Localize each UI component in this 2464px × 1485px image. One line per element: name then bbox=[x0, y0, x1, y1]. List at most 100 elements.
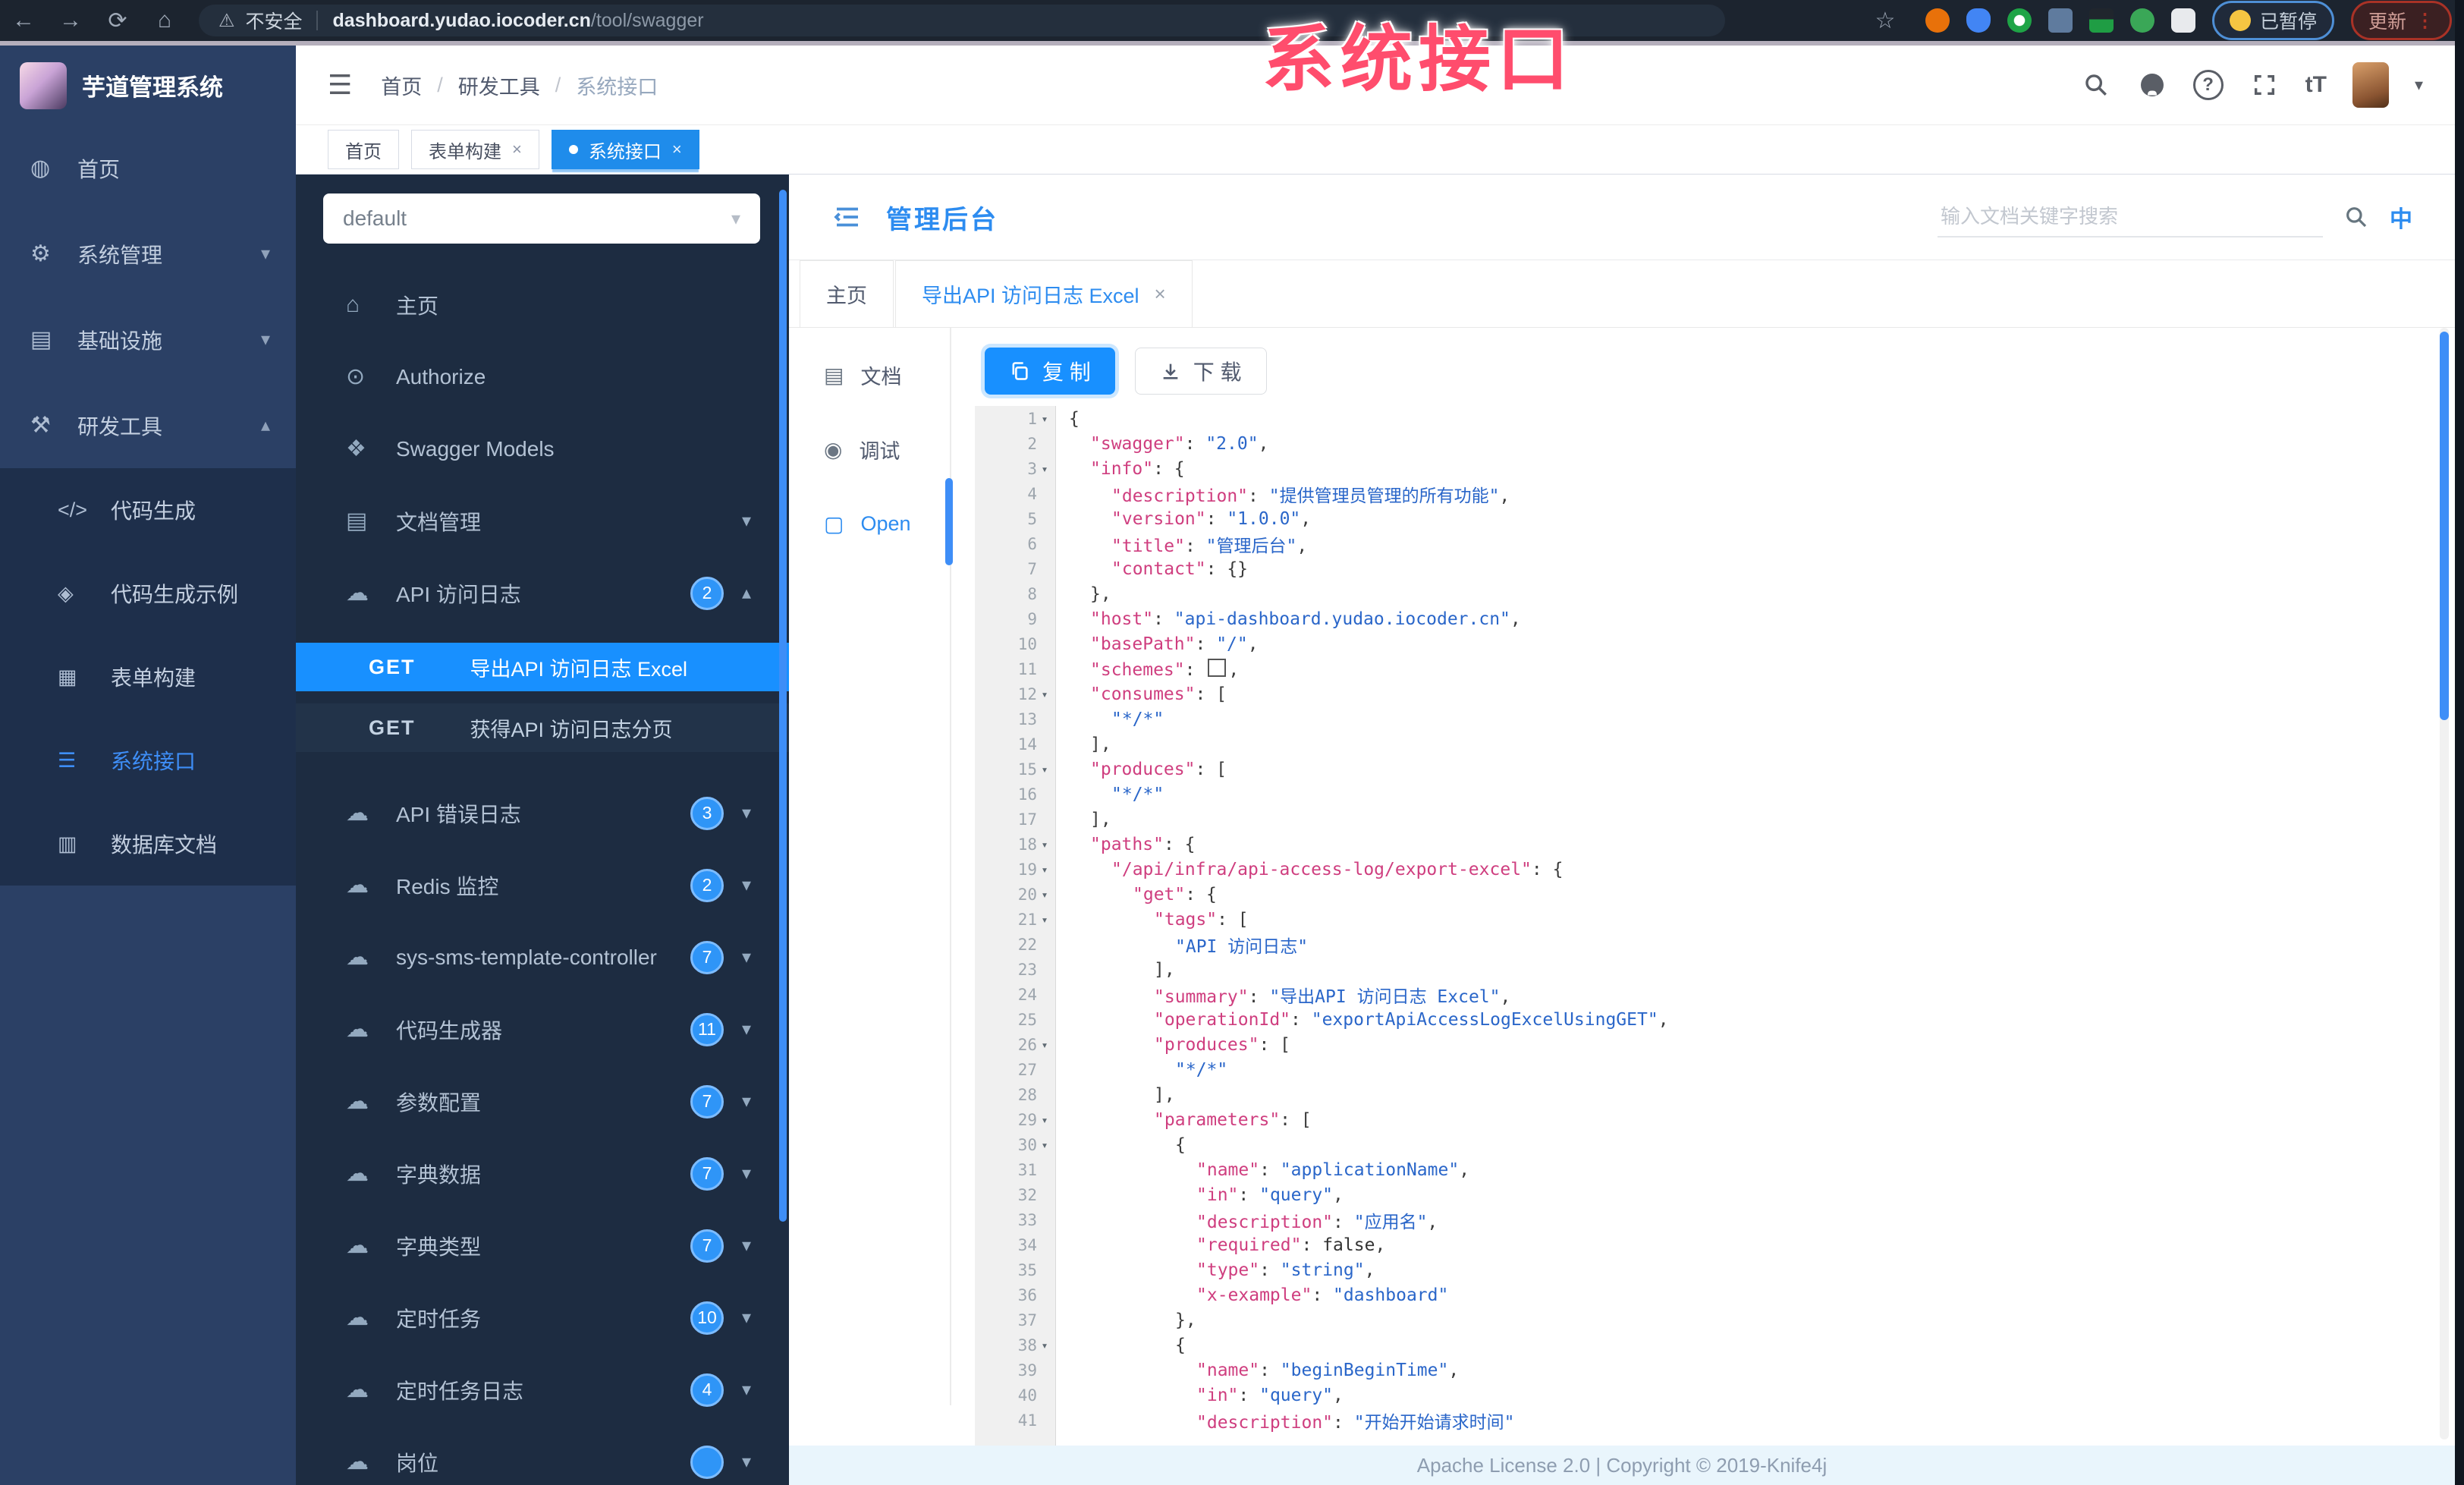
sidebar-subitem[interactable]: ☰ 系统接口 bbox=[0, 719, 296, 802]
tag-item[interactable]: 表单构建 × bbox=[411, 130, 539, 169]
fold-toggle-icon[interactable]: ▾ bbox=[1037, 1038, 1052, 1052]
doc-search-input[interactable] bbox=[1938, 197, 2323, 238]
sidebar-subitem[interactable]: ◈ 代码生成示例 bbox=[0, 552, 296, 635]
side-tab-open[interactable]: ▢ Open bbox=[789, 486, 950, 561]
font-size-icon[interactable]: tT bbox=[2305, 72, 2327, 98]
line-number-value: 18 bbox=[1017, 835, 1037, 854]
extension-icon-blue-drop[interactable] bbox=[1966, 8, 1991, 33]
search-icon[interactable] bbox=[2081, 70, 2111, 100]
fold-toggle-icon[interactable]: ▾ bbox=[1037, 913, 1052, 927]
count-badge: 7 bbox=[690, 1084, 724, 1118]
fold-toggle-icon[interactable]: ▾ bbox=[1037, 462, 1052, 476]
swagger-nav-item[interactable]: ☁ API 错误日志 3 ▾ bbox=[296, 777, 789, 849]
browser-reload-icon[interactable]: ⟳ bbox=[94, 8, 141, 34]
paused-pill[interactable]: 已暂停 bbox=[2211, 1, 2334, 40]
swagger-nav-item[interactable]: ⌂ 主页 bbox=[296, 269, 789, 341]
swagger-operation[interactable]: GET 获得API 访问日志分页 bbox=[296, 703, 789, 752]
sidebar-subitem[interactable]: ▦ 表单构建 bbox=[0, 635, 296, 719]
swagger-nav-item[interactable]: ☁ 字典类型 7 ▾ bbox=[296, 1210, 789, 1282]
swagger-nav-item[interactable]: ❖ Swagger Models bbox=[296, 413, 789, 485]
swagger-nav-item[interactable]: ☁ Redis 监控 2 ▾ bbox=[296, 849, 789, 921]
code-content: "in": "query", bbox=[1055, 1185, 1344, 1205]
fullscreen-icon[interactable] bbox=[2249, 70, 2280, 100]
swagger-nav-label: 岗位 bbox=[396, 1451, 439, 1475]
extension-icon-green-ring[interactable] bbox=[2007, 8, 2032, 33]
swagger-nav-item[interactable]: ☁ 定时任务日志 4 ▾ bbox=[296, 1354, 789, 1426]
tag-close-icon[interactable]: × bbox=[672, 140, 682, 159]
side-tab-label: Open bbox=[860, 511, 911, 535]
swagger-nav-item[interactable]: ⊙ Authorize bbox=[296, 341, 789, 413]
doc-tab[interactable]: 导出API 访问日志 Excel × bbox=[895, 260, 1193, 327]
code-content: { bbox=[1055, 409, 1080, 429]
collapse-icon[interactable] bbox=[831, 201, 863, 233]
hamburger-icon[interactable]: ☰ bbox=[328, 69, 352, 101]
swagger-operation[interactable]: GET 导出API 访问日志 Excel bbox=[296, 643, 789, 691]
json-string: "管理后台" bbox=[1205, 536, 1297, 556]
swagger-nav-item[interactable]: ☁ 参数配置 7 ▾ bbox=[296, 1065, 789, 1137]
swagger-nav-item[interactable]: ☁ 定时任务 10 ▾ bbox=[296, 1282, 789, 1354]
swagger-nav-scrollbar[interactable] bbox=[779, 190, 787, 1222]
github-icon[interactable] bbox=[2137, 70, 2167, 100]
json-punctuation: { bbox=[1069, 408, 1080, 429]
browser-back-icon[interactable]: ← bbox=[0, 8, 47, 33]
tag-item[interactable]: 首页 bbox=[328, 130, 399, 169]
fold-toggle-icon[interactable]: ▾ bbox=[1037, 1339, 1052, 1352]
side-tab-调试[interactable]: ◉ 调试 bbox=[789, 412, 950, 486]
extension-icon-orange[interactable] bbox=[1925, 8, 1950, 33]
swagger-nav-item[interactable]: ▤ 文档管理 ▾ bbox=[296, 485, 789, 557]
side-tab-文档[interactable]: ▤ 文档 bbox=[789, 338, 950, 412]
sidebar-item[interactable]: ▤ 基础设施 ▾ bbox=[0, 297, 296, 382]
models-icon: ❖ bbox=[346, 436, 366, 461]
copy-button[interactable]: 复 制 bbox=[985, 348, 1115, 395]
sidebar-subitem[interactable]: ▥ 数据库文档 bbox=[0, 802, 296, 886]
doc-tab-close-icon[interactable]: × bbox=[1155, 282, 1166, 306]
bookmark-star-icon[interactable]: ☆ bbox=[1862, 8, 1909, 34]
fold-toggle-icon[interactable]: ▾ bbox=[1037, 888, 1052, 901]
code-content: "contact": {} bbox=[1055, 559, 1248, 579]
browser-home-icon[interactable]: ⌂ bbox=[141, 8, 188, 33]
fold-toggle-icon[interactable]: ▾ bbox=[1037, 687, 1052, 701]
breadcrumb-item[interactable]: 研发工具 bbox=[458, 71, 540, 100]
tag-close-icon[interactable]: × bbox=[512, 140, 522, 159]
language-toggle-icon[interactable]: 中 bbox=[2390, 200, 2412, 234]
sidebar-item[interactable]: ⚒ 研发工具 ▴ bbox=[0, 382, 296, 468]
extension-icon-6h[interactable] bbox=[2088, 8, 2114, 33]
swagger-nav-item[interactable]: ☁ 岗位 ▾ bbox=[296, 1426, 789, 1485]
fold-toggle-icon[interactable]: ▾ bbox=[1037, 763, 1052, 776]
code-scrollbar-thumb[interactable] bbox=[2440, 332, 2449, 720]
sidebar-item[interactable]: ◍ 首页 bbox=[0, 125, 296, 211]
swagger-nav-item[interactable]: ☁ 代码生成器 11 ▾ bbox=[296, 993, 789, 1065]
swagger-nav-item[interactable]: ☁ 字典数据 7 ▾ bbox=[296, 1137, 789, 1210]
json-key: "in" bbox=[1196, 1185, 1239, 1205]
doc-tab[interactable]: 主页 bbox=[800, 260, 894, 327]
avatar-caret-icon[interactable]: ▾ bbox=[2415, 75, 2423, 95]
help-icon[interactable]: ? bbox=[2192, 70, 2224, 100]
fold-toggle-icon[interactable]: ▾ bbox=[1037, 863, 1052, 876]
extension-icon-puzzle[interactable] bbox=[2170, 8, 2195, 33]
download-button[interactable]: 下 载 bbox=[1134, 348, 1267, 395]
sidebar-item[interactable]: ⚙ 系统管理 ▾ bbox=[0, 211, 296, 297]
group-select[interactable]: default ▾ bbox=[323, 193, 760, 244]
doc-search-icon[interactable] bbox=[2344, 205, 2368, 229]
swagger-nav-label: 字典类型 bbox=[396, 1235, 482, 1259]
extension-icon-grid[interactable] bbox=[2048, 8, 2073, 33]
json-punctuation: ], bbox=[1090, 809, 1111, 829]
fold-toggle-icon[interactable]: ▾ bbox=[1037, 838, 1052, 851]
user-avatar[interactable] bbox=[2352, 62, 2389, 108]
sidebar-subitem[interactable]: </> 代码生成 bbox=[0, 468, 296, 552]
update-pill[interactable]: 更新 ⋮ bbox=[2350, 1, 2452, 40]
kebab-menu-icon[interactable]: ⋮ bbox=[2415, 9, 2434, 32]
count-badge: 3 bbox=[690, 796, 724, 830]
extension-icon-green[interactable] bbox=[2129, 8, 2154, 33]
browser-forward-icon[interactable]: → bbox=[47, 8, 94, 33]
fold-toggle-icon[interactable]: ▾ bbox=[1037, 1113, 1052, 1127]
code-content: "get": { bbox=[1055, 885, 1217, 905]
tag-active[interactable]: 系统接口 × bbox=[551, 130, 699, 169]
swagger-nav-item[interactable]: ☁ API 访问日志 2 ▴ bbox=[296, 557, 789, 629]
swagger-nav-item[interactable]: ☁ sys-sms-template-controller 7 ▾ bbox=[296, 921, 789, 993]
fold-toggle-icon[interactable]: ▾ bbox=[1037, 412, 1052, 426]
breadcrumb-item[interactable]: 首页 bbox=[381, 71, 422, 100]
line-number: 31 bbox=[975, 1161, 1055, 1179]
code-line: 19 ▾ "/api/infra/api-access-log/export-exc… bbox=[975, 857, 2440, 882]
fold-toggle-icon[interactable]: ▾ bbox=[1037, 1138, 1052, 1152]
